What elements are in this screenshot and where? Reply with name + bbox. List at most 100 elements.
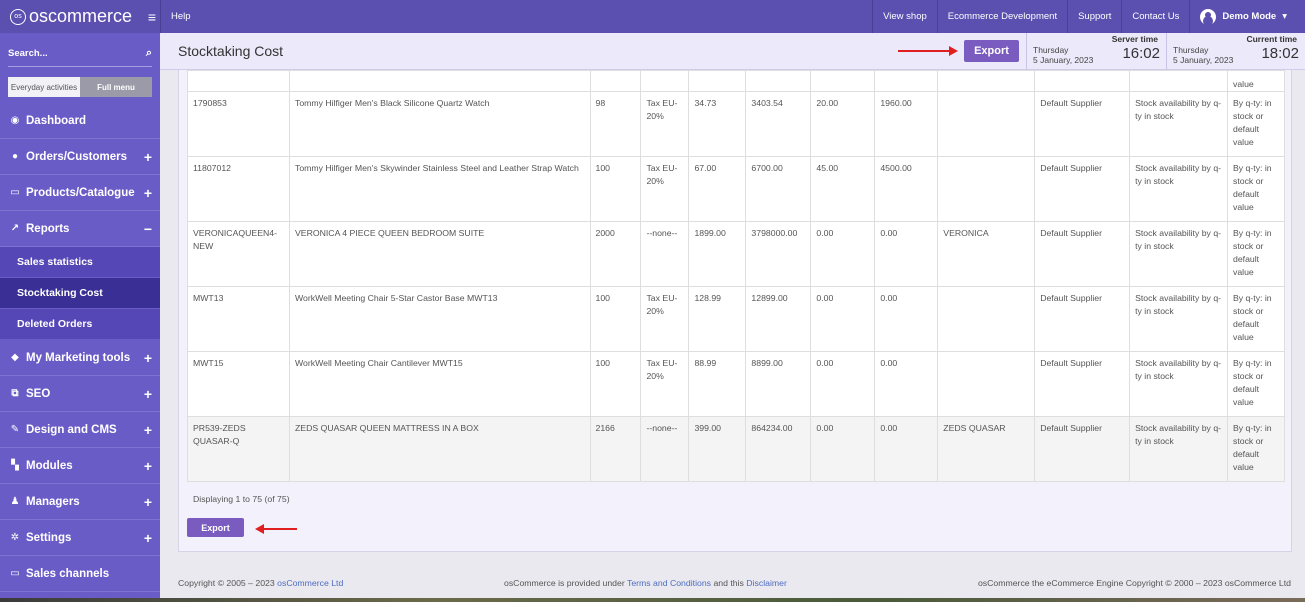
sidebar-item-orders-customers[interactable]: ● Orders/Customers + bbox=[0, 139, 160, 175]
user-menu[interactable]: Demo Mode ▾ bbox=[1189, 0, 1305, 33]
table-cell: Default Supplier bbox=[1034, 286, 1131, 352]
everyday-activities-button[interactable]: Everyday activities bbox=[8, 77, 80, 97]
sidebar-item-label: Products/Catalogue bbox=[26, 186, 135, 199]
sidebar-item-settings[interactable]: ✲ Settings + bbox=[0, 520, 160, 556]
table-cell: Default Supplier bbox=[1034, 221, 1131, 287]
table-cell: 100 bbox=[589, 286, 642, 352]
tag-icon: ◆ bbox=[11, 352, 19, 363]
collapse-icon[interactable]: − bbox=[144, 221, 152, 237]
table-cell: 0.00 bbox=[874, 416, 939, 482]
sidebar-subitem-stocktaking-cost[interactable]: Stocktaking Cost bbox=[0, 278, 160, 309]
table-cell: 100 bbox=[589, 156, 642, 222]
oscommerce-ltd-link[interactable]: osCommerce Ltd bbox=[277, 578, 343, 588]
table-cell bbox=[937, 351, 1036, 417]
report-content: value 1790853 Tommy Hilfiger Men's Black … bbox=[178, 70, 1292, 552]
table-cell: Tax EU-20% bbox=[640, 91, 690, 157]
help-link[interactable]: Help bbox=[160, 0, 201, 33]
red-arrow-annotation bbox=[255, 524, 297, 534]
sidebar-item-label: Design and CMS bbox=[26, 423, 117, 436]
table-cell: 399.00 bbox=[688, 416, 747, 482]
sidebar-item-label: My Marketing tools bbox=[26, 351, 131, 364]
sidebar-item-marketing-tools[interactable]: ◆ My Marketing tools + bbox=[0, 340, 160, 376]
expand-icon[interactable]: + bbox=[144, 458, 152, 474]
support-link[interactable]: Support bbox=[1067, 0, 1121, 33]
table-cell: WorkWell Meeting Chair Cantilever MWT15 bbox=[288, 351, 591, 417]
table-cell: 128.99 bbox=[688, 286, 747, 352]
current-time-date: Thursday 5 January, 2023 bbox=[1173, 45, 1234, 65]
folder-icon: ▭ bbox=[10, 187, 20, 198]
sidebar-subitem-deleted-orders[interactable]: Deleted Orders bbox=[0, 309, 160, 340]
server-time-label: Server time bbox=[1111, 34, 1158, 44]
table-cell: 88.99 bbox=[688, 351, 747, 417]
table-cell: Stock availability by q-ty in stock bbox=[1129, 221, 1228, 287]
dashboard-icon: ◉ bbox=[10, 115, 20, 126]
table-cell: VERONICA bbox=[937, 221, 1036, 287]
sidebar: Search... ⌕ Everyday activities Full men… bbox=[0, 33, 160, 602]
expand-icon[interactable]: + bbox=[144, 350, 152, 366]
table-cell: 12899.00 bbox=[745, 286, 812, 352]
caret-down-icon: ▾ bbox=[1282, 11, 1287, 22]
table-cell bbox=[937, 156, 1036, 222]
table-cell: 2000 bbox=[589, 221, 642, 287]
expand-icon[interactable]: + bbox=[144, 422, 152, 438]
sidebar-item-seo[interactable]: ⧉ SEO + bbox=[0, 376, 160, 412]
table-cell: By q-ty: in stock or default value bbox=[1227, 91, 1285, 157]
sitemap-icon: ⧉ bbox=[11, 388, 19, 399]
search-label: Search... bbox=[8, 48, 48, 59]
table-cell: Tax EU-20% bbox=[640, 286, 690, 352]
table-cell: Default Supplier bbox=[1034, 416, 1131, 482]
sidebar-search[interactable]: Search... ⌕ bbox=[8, 41, 152, 67]
sidebar-item-reports[interactable]: ↗ Reports − bbox=[0, 211, 160, 247]
logo[interactable]: os oscommerce ≡ bbox=[0, 0, 160, 33]
sidebar-item-design-cms[interactable]: ✎ Design and CMS + bbox=[0, 412, 160, 448]
table-cell: value bbox=[1227, 70, 1285, 92]
hamburger-menu-icon[interactable]: ≡ bbox=[148, 9, 156, 25]
table-cell: 67.00 bbox=[688, 156, 747, 222]
server-time: Server time Thursday 5 January, 2023 16:0… bbox=[1026, 33, 1166, 70]
expand-icon[interactable]: + bbox=[144, 386, 152, 402]
full-menu-button[interactable]: Full menu bbox=[80, 77, 152, 97]
sidebar-item-managers[interactable]: ♟ Managers + bbox=[0, 484, 160, 520]
table-row: 1790853 Tommy Hilfiger Men's Black Silico… bbox=[187, 91, 1285, 157]
table-row: PR539-ZEDS QUASAR-Q ZEDS QUASAR QUEEN MAT… bbox=[187, 416, 1285, 482]
table-cell: 0.00 bbox=[874, 221, 939, 287]
sidebar-item-sales-channels[interactable]: ▭ Sales channels bbox=[0, 556, 160, 592]
sidebar-subitem-sales-statistics[interactable]: Sales statistics bbox=[0, 247, 160, 278]
table-cell: Stock availability by q-ty in stock bbox=[1129, 91, 1228, 157]
footer-engine-copyright: osCommerce the eCommerce Engine Copyrigh… bbox=[977, 578, 1291, 588]
oscommerce-logo-icon: os bbox=[10, 8, 26, 25]
user-name: Demo Mode bbox=[1222, 11, 1277, 22]
disclaimer-link[interactable]: Disclaimer bbox=[746, 578, 787, 588]
view-shop-link[interactable]: View shop bbox=[872, 0, 937, 33]
expand-icon[interactable]: + bbox=[144, 494, 152, 510]
brush-icon: ✎ bbox=[10, 424, 20, 435]
contact-us-link[interactable]: Contact Us bbox=[1121, 0, 1189, 33]
logo-text: oscommerce bbox=[29, 6, 133, 26]
table-cell: By q-ty: in stock or default value bbox=[1227, 416, 1285, 482]
expand-icon[interactable]: + bbox=[144, 149, 152, 165]
ecommerce-development-link[interactable]: Ecommerce Development bbox=[936, 0, 1067, 33]
table-cell: WorkWell Meeting Chair 5-Star Castor Bas… bbox=[288, 286, 591, 352]
table-cell: 0.00 bbox=[810, 221, 876, 287]
user-icon: ♟ bbox=[10, 496, 20, 507]
terms-link[interactable]: Terms and Conditions bbox=[627, 578, 711, 588]
expand-icon[interactable]: + bbox=[144, 530, 152, 546]
table-cell: ZEDS QUASAR QUEEN MATTRESS IN A BOX bbox=[288, 416, 591, 482]
sidebar-item-dashboard[interactable]: ◉ Dashboard bbox=[0, 103, 160, 139]
sidebar-item-products-catalogue[interactable]: ▭ Products/Catalogue + bbox=[0, 175, 160, 211]
search-icon[interactable]: ⌕ bbox=[146, 47, 152, 60]
table-cell: 0.00 bbox=[874, 286, 939, 352]
table-cell: Tax EU-20% bbox=[640, 156, 690, 222]
sidebar-item-label: Reports bbox=[26, 222, 70, 235]
expand-icon[interactable]: + bbox=[144, 185, 152, 201]
current-time-label: Current time bbox=[1246, 34, 1297, 44]
table-cell: MWT13 bbox=[187, 286, 290, 352]
table-cell: PR539-ZEDS QUASAR-Q bbox=[187, 416, 290, 482]
export-button-bottom[interactable]: Export bbox=[187, 518, 244, 537]
table-cell: Default Supplier bbox=[1034, 91, 1131, 157]
sidebar-item-modules[interactable]: ▚ Modules + bbox=[0, 448, 160, 484]
avatar-icon bbox=[1200, 8, 1217, 25]
red-arrow-annotation bbox=[898, 46, 958, 56]
sidebar-item-label: Modules bbox=[26, 459, 73, 472]
export-button-top[interactable]: Export bbox=[964, 40, 1019, 62]
